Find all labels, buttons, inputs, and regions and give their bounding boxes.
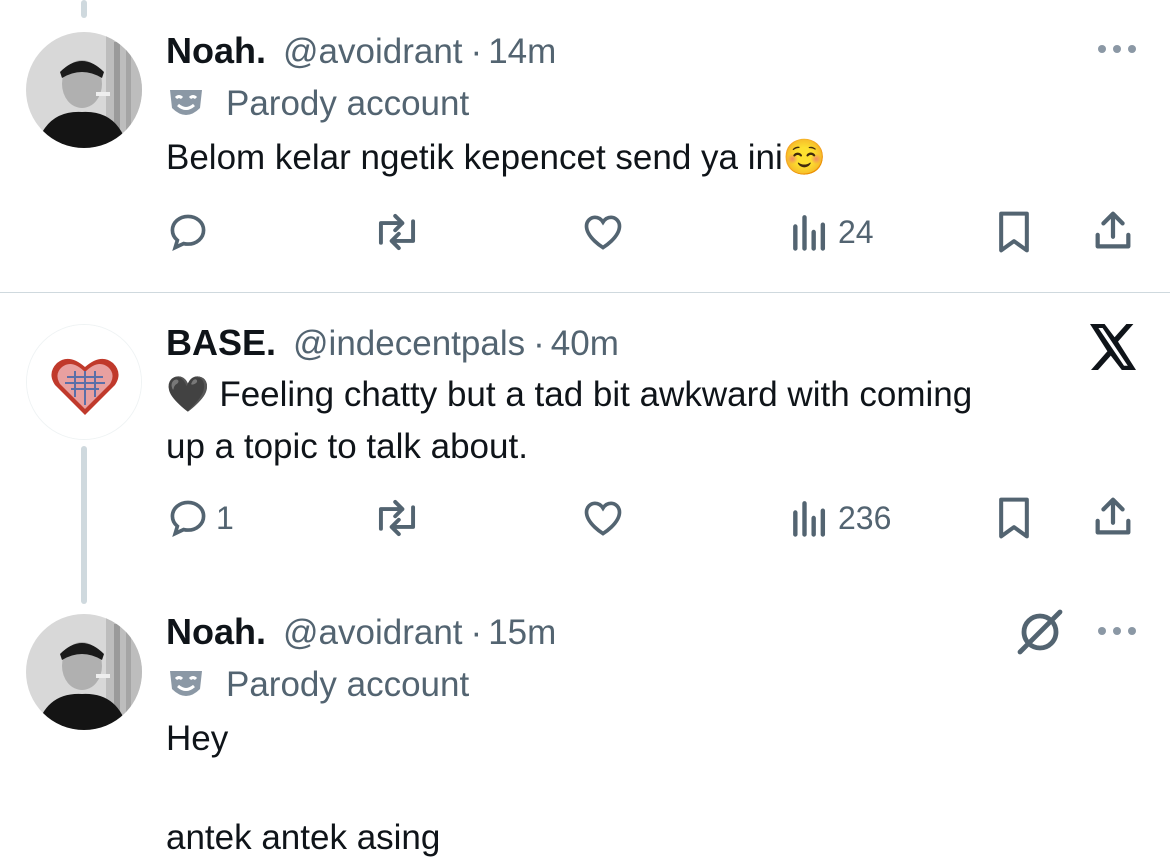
- post-text-line2: up a topic to talk about.: [166, 427, 528, 466]
- parody-badge: Parody account: [166, 84, 469, 124]
- reply-count: 1: [216, 499, 234, 536]
- share-button[interactable]: [1090, 494, 1136, 540]
- x-logo-icon[interactable]: [1090, 324, 1138, 375]
- bookmark-icon: [999, 497, 1029, 539]
- post-2-header: BASE. @indecentpals · 40m: [166, 322, 619, 364]
- views-button[interactable]: 24: [788, 210, 874, 254]
- grok-icon[interactable]: [1012, 604, 1068, 665]
- parody-mask-icon: [170, 90, 202, 115]
- author-handle[interactable]: @avoidrant: [283, 613, 463, 653]
- author-handle[interactable]: @avoidrant: [283, 32, 463, 72]
- more-icon[interactable]: [1098, 627, 1136, 635]
- views-count: 236: [838, 499, 892, 536]
- avatar-base[interactable]: [26, 324, 142, 440]
- thread-line-middle: [81, 446, 87, 604]
- like-button[interactable]: [580, 210, 626, 254]
- avatar-noah[interactable]: [26, 32, 142, 148]
- share-icon: [1095, 497, 1131, 535]
- post-text: 🖤 Feeling chatty but a tad bit awkward w…: [166, 369, 1126, 473]
- post-text-line2: antek antek asing: [166, 818, 441, 857]
- author-name[interactable]: Noah.: [166, 611, 266, 653]
- parody-mask-icon: [170, 671, 202, 696]
- author-name[interactable]: Noah.: [166, 30, 266, 72]
- reply-icon: [170, 214, 206, 252]
- post-time[interactable]: 14m: [488, 32, 556, 72]
- views-icon: [793, 215, 826, 251]
- bookmark-icon: [999, 211, 1029, 253]
- parody-label: Parody account: [226, 84, 470, 123]
- post-3-header: Noah. @avoidrant · 15m: [166, 611, 556, 653]
- more-icon[interactable]: [1098, 45, 1136, 53]
- repost-button[interactable]: [372, 210, 422, 254]
- post-time[interactable]: 15m: [488, 613, 556, 653]
- separator-dot: ·: [470, 613, 483, 652]
- post-text-body: Belom kelar ngetik kepencet send ya ini: [166, 138, 783, 177]
- heart-emoji: 🖤: [166, 375, 210, 414]
- post-divider: [0, 292, 1170, 293]
- post-time[interactable]: 40m: [551, 324, 619, 364]
- share-icon: [1095, 211, 1131, 249]
- thread-line-top: [81, 0, 87, 18]
- views-button[interactable]: 236: [788, 496, 891, 540]
- post-text: Belom kelar ngetik kepencet send ya ini☺…: [166, 132, 826, 184]
- reply-button[interactable]: [166, 210, 210, 254]
- author-handle[interactable]: @indecentpals: [293, 324, 525, 364]
- like-button[interactable]: [580, 496, 626, 540]
- post-text-line1: Feeling chatty but a tad bit awkward wit…: [219, 375, 973, 414]
- views-icon: [793, 501, 826, 537]
- repost-icon: [378, 499, 416, 537]
- avatar-noah[interactable]: [26, 614, 142, 730]
- repost-icon: [378, 213, 416, 251]
- bookmark-button[interactable]: [994, 210, 1034, 254]
- smile-emoji: ☺️: [782, 138, 827, 177]
- parody-label: Parody account: [226, 665, 470, 704]
- heart-icon: [584, 501, 622, 536]
- share-button[interactable]: [1090, 208, 1136, 254]
- separator-dot: ·: [533, 324, 545, 363]
- repost-button[interactable]: [372, 496, 422, 540]
- reply-icon: [170, 500, 206, 538]
- views-count: 24: [838, 213, 874, 250]
- separator-dot: ·: [470, 32, 483, 71]
- post-1-header: Noah. @avoidrant · 14m: [166, 30, 556, 72]
- parody-badge: Parody account: [166, 665, 469, 705]
- post-text-line1: Hey: [166, 719, 229, 758]
- author-name[interactable]: BASE.: [166, 322, 276, 364]
- reply-button[interactable]: 1: [166, 496, 234, 540]
- bookmark-button[interactable]: [994, 496, 1034, 540]
- heart-icon: [584, 215, 622, 250]
